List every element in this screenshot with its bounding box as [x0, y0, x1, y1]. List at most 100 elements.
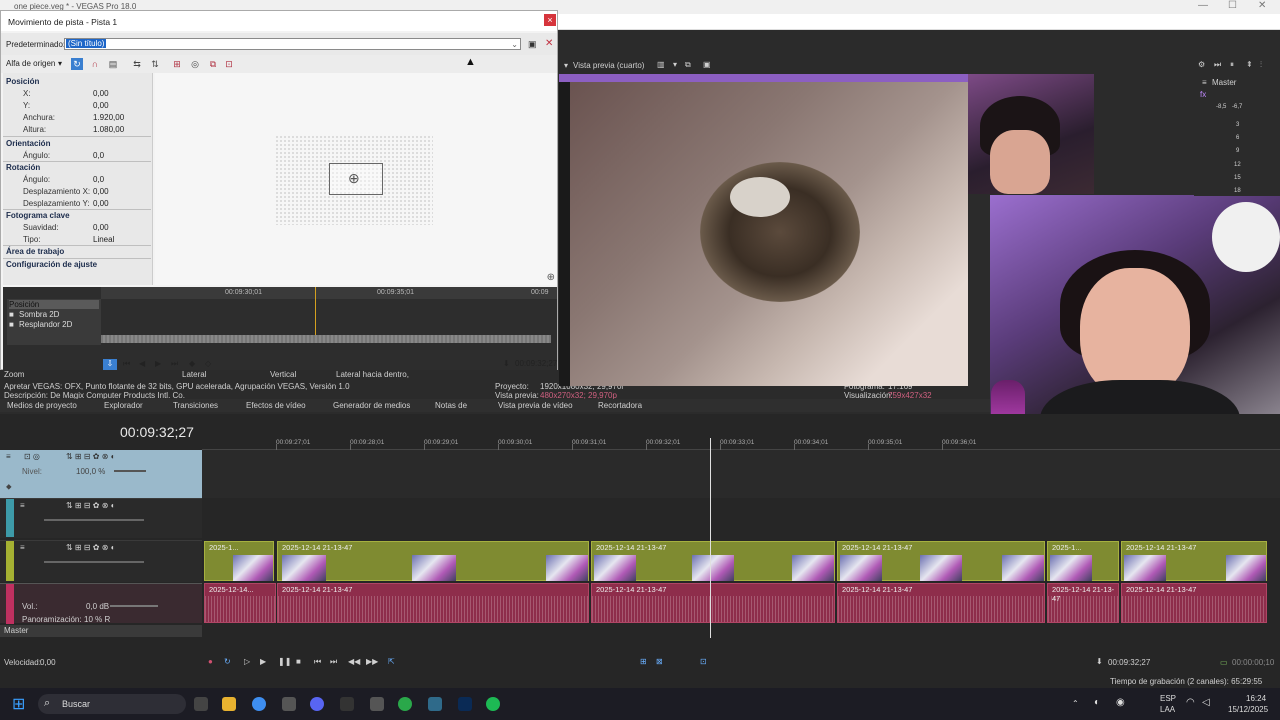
snap-icon[interactable]: ⊞ [640, 657, 647, 666]
checkbox[interactable]: ■ [9, 320, 14, 329]
magnet-icon[interactable]: ∩ [89, 58, 101, 70]
tab-video-fx[interactable]: Efectos de vídeo [246, 401, 306, 410]
save-snapshot-icon[interactable]: ▣ [703, 60, 711, 69]
tab-media-generators[interactable]: Generador de medios [333, 401, 410, 410]
gear-icon[interactable]: ⚙ [1198, 60, 1205, 69]
lang-code[interactable]: ESP [1160, 694, 1176, 703]
delete-keyframe-icon[interactable]: ◇ [205, 359, 211, 368]
prop-x-value[interactable]: 0,00 [93, 89, 109, 98]
keyframe-playhead[interactable] [315, 287, 316, 335]
auto-ripple-icon[interactable]: ⊡ [700, 657, 707, 666]
level-slider[interactable] [44, 519, 144, 521]
spotify-icon[interactable] [486, 697, 500, 711]
stop-icon[interactable]: ■ [296, 657, 301, 666]
kf-track-glow[interactable]: Resplandor 2D [19, 320, 72, 329]
kf-track-shadow[interactable]: Sombra 2D [19, 310, 59, 319]
audio-clip[interactable]: 2025-12-14 21-13-47 [1121, 583, 1267, 623]
settings-icon[interactable]: ▾ [564, 61, 568, 70]
prop-smoothness-value[interactable]: 0,00 [93, 223, 109, 232]
first-keyframe-icon[interactable]: ⏮ [123, 359, 130, 369]
tab-trimmer[interactable]: Recortadora [598, 401, 642, 410]
minimize-icon[interactable]: — [1198, 0, 1208, 11]
audio-clip[interactable]: 2025-12-14 21-13-47 [277, 583, 589, 623]
prev-keyframe-icon[interactable]: ◀ [139, 359, 145, 368]
app-icon[interactable] [398, 697, 412, 711]
prop-y-value[interactable]: 0,00 [93, 101, 109, 110]
group-rotation[interactable]: Rotación [6, 163, 40, 172]
pause-icon[interactable]: ❚❚ [278, 657, 291, 666]
audio-clip[interactable]: 2025-12-14 21-13-47 [1047, 583, 1119, 623]
move-y-icon[interactable]: ⇅ [149, 58, 161, 70]
lang-layout[interactable]: LAA [1160, 705, 1175, 714]
source-alpha-dropdown[interactable]: Alfa de origen [6, 59, 55, 68]
loop-icon[interactable]: ↻ [224, 657, 231, 666]
maximize-icon[interactable]: ☐ [1228, 0, 1237, 11]
go-to-start-icon[interactable]: ⏮ [314, 657, 321, 667]
go-to-end-icon[interactable]: ⏭ [330, 657, 337, 667]
timeline-playhead[interactable] [710, 438, 711, 638]
keyframe-scrollbar[interactable] [101, 335, 551, 343]
video-clip[interactable]: 2025-12-14 21-13-47 [837, 541, 1045, 581]
mixer-icon[interactable]: ⫶ [1260, 60, 1262, 70]
prevent-scale-icon[interactable]: ⊡ [223, 58, 235, 70]
video-clip[interactable]: 2025-1... [1047, 541, 1119, 581]
play-icon[interactable]: ▶ [260, 657, 266, 666]
record-icon[interactable]: ● [208, 657, 213, 666]
audio-clip[interactable]: 2025-12-14 21-13-47 [837, 583, 1045, 623]
scale-icon[interactable]: ⊞ [171, 58, 183, 70]
group-keyframe[interactable]: Fotograma clave [6, 211, 70, 220]
copy-snapshot-icon[interactable]: ⧉ [685, 60, 691, 70]
tab-video-preview[interactable]: Vista previa de vídeo [498, 401, 573, 410]
prop-rotation-angle-value[interactable]: 0,0 [93, 175, 104, 184]
mixer-icon[interactable]: ⏸ [1230, 60, 1234, 70]
auto-crossfade-icon[interactable]: ⊠ [656, 657, 663, 666]
track-3-header[interactable]: ≡ ⇅ ⊞ ⊟ ✿ ⊗ ◐ [0, 540, 202, 582]
level-slider[interactable] [114, 470, 146, 472]
play-from-start-icon[interactable]: ▷ [244, 657, 250, 666]
video-clip[interactable]: 2025-12-14 21-13-47 [591, 541, 835, 581]
zoom-icon[interactable]: ⊕ [547, 272, 555, 283]
video-clip[interactable]: 2025-12-14 21-13-47 [277, 541, 589, 581]
prevent-move-icon[interactable]: ⧉ [207, 58, 219, 70]
tab-project-media[interactable]: Medios de proyecto [7, 401, 77, 410]
prev-frame-icon[interactable]: ◀◀ [348, 657, 360, 666]
checkbox[interactable]: ■ [9, 310, 14, 319]
fx-icon[interactable]: fx [1200, 90, 1206, 99]
last-keyframe-icon[interactable]: ⏭ [171, 359, 178, 369]
menu-icon[interactable]: ≡ [6, 452, 11, 461]
app-icon[interactable] [340, 697, 354, 711]
prop-height-value[interactable]: 1.080,00 [93, 125, 124, 134]
motion-canvas[interactable]: ⊕ ⊕ [155, 73, 557, 285]
level-slider[interactable] [44, 561, 144, 563]
master-bus[interactable]: Master [0, 625, 202, 637]
volume-icon[interactable]: ◁ [1202, 697, 1210, 708]
audio-clip[interactable]: 2025-12-14 21-13-47 [591, 583, 835, 623]
group-position[interactable]: Posición [6, 77, 39, 86]
edit-icon[interactable]: ↻ [71, 58, 83, 70]
mic-icon[interactable]: ◉ [1116, 697, 1125, 708]
video-clip[interactable]: 2025-12-14 21-13-47 [1121, 541, 1267, 581]
track-controls-icon[interactable]: ⇅ ⊞ ⊟ ✿ ⊗ ◐ [66, 501, 115, 510]
delete-preset-icon[interactable]: ✕ [545, 38, 553, 49]
chrome-icon[interactable] [252, 697, 266, 711]
video-clip[interactable]: 2025-1... [204, 541, 274, 581]
prop-type-value[interactable]: Lineal [93, 235, 114, 244]
prop-offset-y-value[interactable]: 0,00 [93, 199, 109, 208]
task-view-icon[interactable] [194, 697, 208, 711]
prop-angle-value[interactable]: 0,0 [93, 151, 104, 160]
grid-icon[interactable]: ▥ [657, 60, 665, 69]
group-snap[interactable]: Configuración de ajuste [6, 260, 97, 269]
volume-slider[interactable] [110, 605, 158, 607]
tab-transitions[interactable]: Transiciones [173, 401, 218, 410]
mixer-icon[interactable]: ⇞ [1246, 60, 1253, 69]
track-2-header[interactable]: ≡ ⇅ ⊞ ⊟ ✿ ⊗ ◐ [0, 498, 202, 538]
motion-icon[interactable]: ⊡ ◎ [24, 452, 40, 461]
prop-offset-x-value[interactable]: 0,00 [93, 187, 109, 196]
discord-icon[interactable] [310, 697, 324, 711]
expand-icon[interactable]: ⬥ [6, 482, 12, 492]
normal-edit-tool-icon[interactable]: ⇱ [388, 657, 395, 666]
next-frame-icon[interactable]: ▶▶ [366, 657, 378, 666]
windows-start-icon[interactable]: ⊞ [12, 694, 25, 714]
app-tray-icon[interactable]: ◐ [1094, 697, 1100, 708]
group-workarea[interactable]: Área de trabajo [6, 247, 64, 256]
